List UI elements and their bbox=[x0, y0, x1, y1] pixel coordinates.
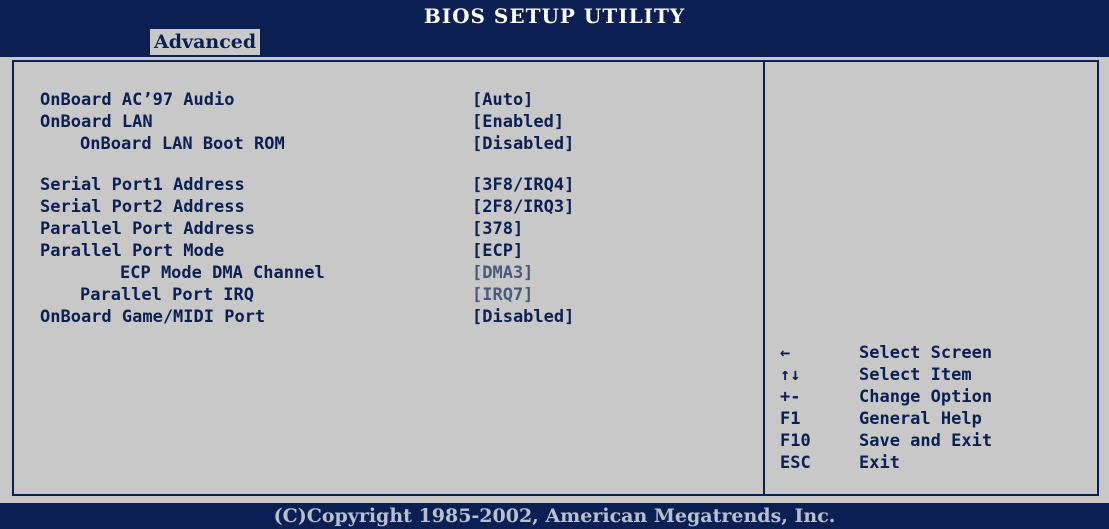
help-description: Exit bbox=[859, 453, 900, 473]
spacer-row bbox=[40, 155, 740, 174]
setting-row[interactable]: Parallel Port Address [378] bbox=[40, 218, 740, 240]
setting-label: Serial Port2 Address bbox=[40, 197, 245, 217]
setting-value[interactable]: [378] bbox=[472, 218, 523, 240]
help-panel: ← Select Screen ↑↓ Select Item +- Change Opti… bbox=[778, 342, 1098, 474]
settings-list: OnBoard AC’97 Audio [Auto] OnBoard LAN [Ena… bbox=[40, 89, 740, 328]
arrow-up-down-icon: ↑↓ bbox=[780, 365, 801, 385]
setting-label: ECP Mode DMA Channel bbox=[120, 263, 325, 283]
setting-label: Parallel Port Mode bbox=[40, 241, 225, 261]
help-key: +- bbox=[780, 387, 801, 407]
bios-title: BIOS SETUP UTILITY bbox=[423, 4, 686, 28]
tab-advanced[interactable]: Advanced bbox=[150, 29, 261, 55]
setting-value[interactable]: [Auto] bbox=[472, 89, 533, 111]
setting-row[interactable]: Parallel Port IRQ [IRQ7] bbox=[40, 284, 740, 306]
setting-label: Serial Port1 Address bbox=[40, 175, 245, 195]
help-row: ↑↓ Select Item bbox=[778, 364, 1098, 386]
setting-label: Parallel Port IRQ bbox=[80, 285, 254, 305]
setting-value[interactable]: [ECP] bbox=[472, 240, 523, 262]
setting-label: Parallel Port Address bbox=[40, 219, 255, 239]
setting-row[interactable]: Serial Port1 Address [3F8/IRQ4] bbox=[40, 174, 740, 196]
setting-value[interactable]: [Disabled] bbox=[472, 133, 574, 155]
setting-value[interactable]: [DMA3] bbox=[472, 262, 533, 284]
help-row: F1 General Help bbox=[778, 408, 1098, 430]
help-key: F1 bbox=[780, 409, 801, 429]
setting-row[interactable]: Parallel Port Mode [ECP] bbox=[40, 240, 740, 262]
setting-row[interactable]: Serial Port2 Address [2F8/IRQ3] bbox=[40, 196, 740, 218]
copyright-footer: (C)Copyright 1985-2002, American Megatre… bbox=[0, 503, 1109, 529]
setting-row[interactable]: OnBoard Game/MIDI Port [Disabled] bbox=[40, 306, 740, 328]
help-key: F10 bbox=[780, 431, 811, 451]
setting-value[interactable]: [2F8/IRQ3] bbox=[472, 196, 574, 218]
setting-row[interactable]: OnBoard LAN Boot ROM [Disabled] bbox=[40, 133, 740, 155]
setting-label: OnBoard LAN bbox=[40, 112, 153, 132]
help-row: +- Change Option bbox=[778, 386, 1098, 408]
help-description: General Help bbox=[859, 409, 982, 429]
setting-label: OnBoard LAN Boot ROM bbox=[80, 134, 285, 154]
help-row: ESC Exit bbox=[778, 452, 1098, 474]
setting-value[interactable]: [Enabled] bbox=[472, 111, 564, 133]
panel-divider bbox=[763, 60, 765, 496]
title-bar: BIOS SETUP UTILITY Advanced bbox=[0, 0, 1109, 57]
setting-value[interactable]: [Disabled] bbox=[472, 306, 574, 328]
help-row: ← Select Screen bbox=[778, 342, 1098, 364]
help-description: Save and Exit bbox=[859, 431, 993, 451]
setting-label: OnBoard AC’97 Audio bbox=[40, 90, 235, 110]
setting-row[interactable]: ECP Mode DMA Channel [DMA3] bbox=[40, 262, 740, 284]
help-key: ESC bbox=[780, 453, 811, 473]
setting-label: OnBoard Game/MIDI Port bbox=[40, 307, 266, 327]
help-description: Select Screen bbox=[859, 343, 993, 363]
help-row: F10 Save and Exit bbox=[778, 430, 1098, 452]
help-description: Change Option bbox=[859, 387, 993, 407]
setting-value[interactable]: [3F8/IRQ4] bbox=[472, 174, 574, 196]
help-description: Select Item bbox=[859, 365, 972, 385]
setting-row[interactable]: OnBoard LAN [Enabled] bbox=[40, 111, 740, 133]
setting-row[interactable]: OnBoard AC’97 Audio [Auto] bbox=[40, 89, 740, 111]
setting-value[interactable]: [IRQ7] bbox=[472, 284, 533, 306]
arrow-left-icon: ← bbox=[780, 343, 791, 363]
